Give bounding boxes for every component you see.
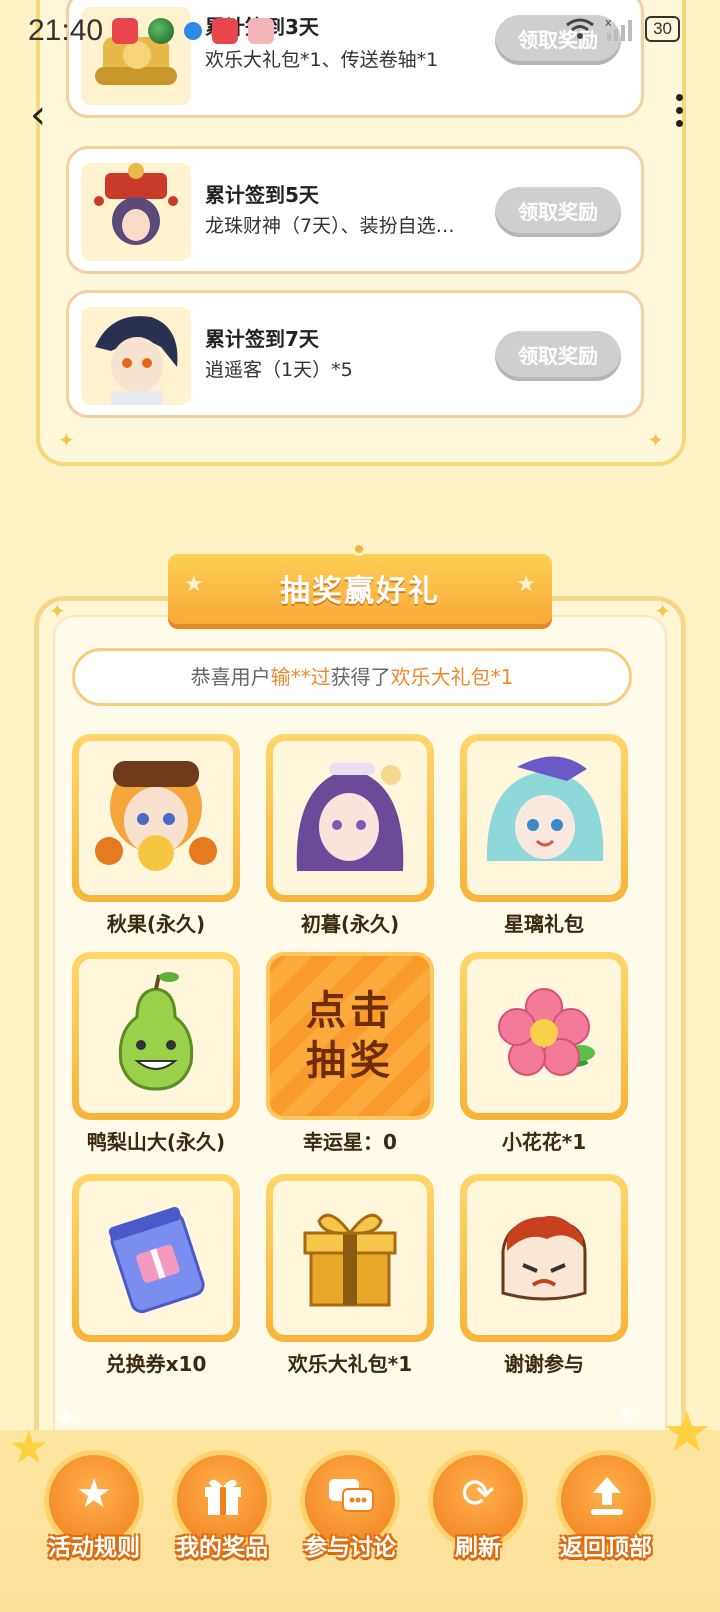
nav-label: 刷新 [455, 1535, 501, 1561]
notification-app-icon [212, 18, 238, 44]
notification-app-icon [248, 18, 274, 44]
nav-refresh[interactable]: ⟳ 刷新 [418, 1450, 538, 1600]
draw-lottery-button[interactable]: 点击 抽奖 [266, 952, 434, 1120]
prize-item-chumu[interactable] [266, 734, 434, 902]
banner-pin-icon [352, 542, 366, 556]
prize-label: 鸭梨山大(永久) [86, 1130, 226, 1154]
sparkle-icon: ✦ [654, 599, 671, 623]
lottery-title: 抽奖赢好礼 [280, 574, 440, 609]
character-avatar [79, 741, 233, 895]
character-avatar [81, 307, 191, 405]
status-bar: 21:40 x 30 [0, 0, 720, 64]
system-icons: x 30 [565, 16, 680, 42]
draw-button-line2: 抽奖 [306, 1038, 394, 1084]
signin-card-desc: 龙珠财神（7天）、装扮自选… [205, 215, 455, 237]
winner-middle: 获得了 [330, 665, 391, 689]
prize-label: 秋果(永久) [106, 912, 206, 936]
signin-card-desc: 逍遥客（1天）*5 [205, 359, 353, 381]
status-time: 21:40 [28, 14, 104, 47]
nav-label: 我的奖品 [176, 1535, 268, 1561]
prize-item-gift-pack[interactable] [266, 1174, 434, 1342]
lucky-star-count: 幸运星：0 [303, 1130, 397, 1154]
prize-label: 初暮(永久) [300, 912, 400, 936]
prize-item-flower[interactable] [460, 952, 628, 1120]
signin-card-7-days: 累计签到7天 逍遥客（1天）*5 领取奖励 [66, 290, 644, 418]
sparkle-icon: ✦ [49, 599, 66, 623]
flower-icon [467, 959, 621, 1113]
thanks-face-icon [467, 1181, 621, 1335]
wifi-icon [566, 18, 594, 39]
svg-text:x: x [605, 17, 612, 29]
gift-box-icon [273, 1181, 427, 1335]
ticket-icon [79, 1181, 233, 1335]
prize-item-thanks[interactable] [460, 1174, 628, 1342]
lottery-banner: ★ 抽奖赢好礼 ★ [168, 542, 552, 624]
prize-label: 欢乐大礼包*1 [287, 1352, 413, 1376]
star-decoration-icon: ★ [661, 1400, 712, 1465]
claim-reward-button[interactable]: 领取奖励 [495, 187, 621, 237]
winner-announcement: 恭喜用户输**过获得了欢乐大礼包*1 [72, 648, 632, 706]
prize-item-yali[interactable] [72, 952, 240, 1120]
sparkle-icon: ✦ [56, 1404, 77, 1432]
prize-label: 谢谢参与 [504, 1352, 584, 1376]
prize-item-xingli[interactable] [460, 734, 628, 902]
signin-card-title: 累计签到7天 [205, 327, 319, 351]
winner-user: 输**过 [270, 665, 331, 689]
draw-button-text: 点击 抽奖 [266, 986, 434, 1086]
nav-my-prizes[interactable]: 我的奖品 [162, 1450, 282, 1600]
winner-prefix: 恭喜用户 [190, 665, 271, 689]
signin-rewards-panel: 累计签到3天 欢乐大礼包*1、传送卷轴*1 领取奖励 累计签到5天 龙珠财神（7… [36, 0, 686, 466]
nav-discussion[interactable]: 参与讨论 [290, 1450, 410, 1600]
battery-indicator: 30 [645, 16, 680, 42]
nav-label: 参与讨论 [304, 1535, 396, 1561]
signin-card-title: 累计签到5天 [205, 183, 319, 207]
sparkle-icon: ✦ [58, 428, 75, 452]
sparkle-icon: ✦ [647, 428, 664, 452]
notification-app-icon [148, 18, 174, 44]
pear-icon [79, 959, 233, 1113]
claim-reward-button[interactable]: 领取奖励 [495, 331, 621, 381]
nav-label: 活动规则 [48, 1535, 140, 1561]
notification-icons [112, 18, 274, 44]
character-avatar [273, 741, 427, 895]
draw-button-line1: 点击 [306, 988, 394, 1034]
notification-app-icon [184, 22, 202, 40]
back-button[interactable]: ‹ [30, 92, 46, 138]
notification-app-icon [112, 18, 138, 44]
prize-item-ticket[interactable] [72, 1174, 240, 1342]
character-avatar [467, 741, 621, 895]
nav-label: 返回顶部 [560, 1535, 652, 1561]
prize-label: 小花花*1 [501, 1130, 587, 1154]
signin-card-5-days: 累计签到5天 龙珠财神（7天）、装扮自选… 领取奖励 [66, 146, 644, 274]
signal-icon: x [605, 17, 633, 41]
nav-back-to-top[interactable]: 返回顶部 [546, 1450, 666, 1600]
character-avatar [81, 163, 191, 261]
nav-activity-rules[interactable]: ★ 活动规则 [34, 1450, 154, 1600]
star-icon: ★ [516, 572, 536, 597]
more-options-button[interactable] [676, 94, 684, 133]
prize-item-qiuguo[interactable] [72, 734, 240, 902]
winner-prize: 欢乐大礼包*1 [390, 665, 514, 689]
prize-label: 兑换券x10 [105, 1352, 207, 1376]
sparkle-icon: ✦ [615, 1400, 636, 1428]
prize-label: 星璃礼包 [504, 912, 584, 936]
